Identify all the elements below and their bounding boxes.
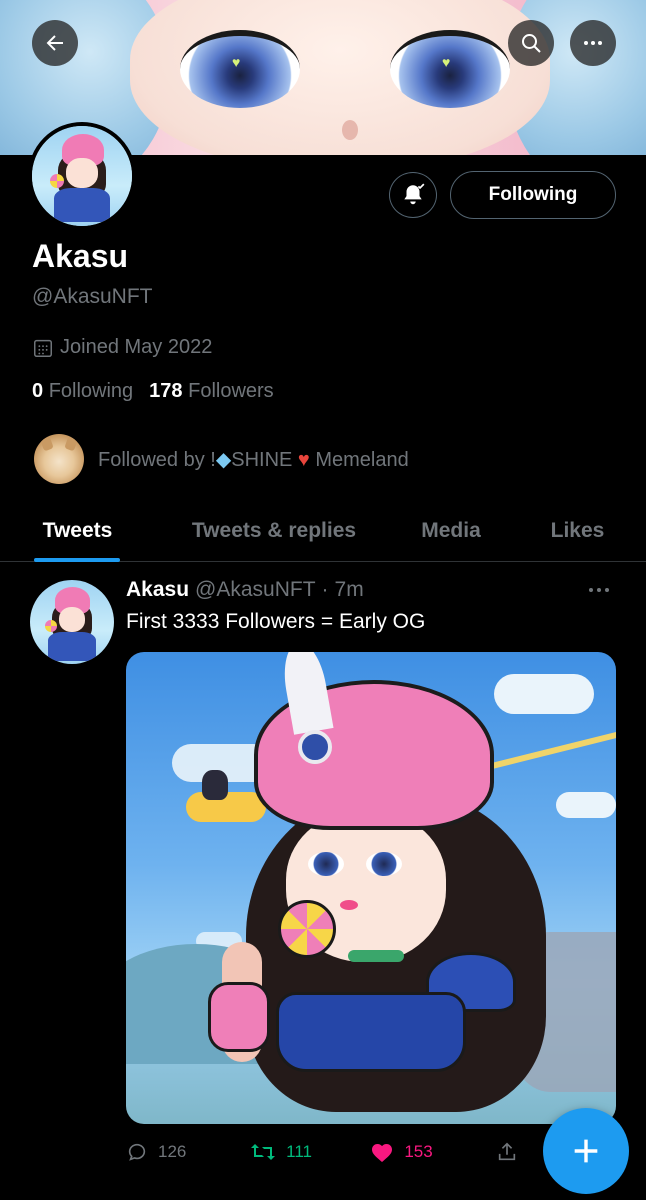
share-button[interactable] <box>496 1141 526 1163</box>
banner-art-eye-left: ♥ <box>180 30 300 108</box>
retweet-icon <box>251 1144 276 1160</box>
joined-text: Joined May 2022 <box>60 336 213 358</box>
following-label: Following <box>48 380 134 402</box>
following-stat[interactable]: 0 Following <box>32 380 133 403</box>
tweet-actions: 126 111 153 <box>126 1136 526 1168</box>
compose-button[interactable] <box>543 1108 629 1194</box>
retweet-count: 111 <box>286 1142 312 1161</box>
avatar-art <box>32 126 132 226</box>
search-icon <box>522 34 541 53</box>
reply-icon <box>128 1143 146 1161</box>
share-icon <box>499 1142 516 1161</box>
like-button[interactable]: 153 <box>370 1141 496 1163</box>
tweet-more-button[interactable] <box>588 578 610 601</box>
profile-name: Akasu <box>32 238 129 274</box>
search-button[interactable] <box>508 20 554 66</box>
reply-count: 126 <box>158 1142 187 1161</box>
followers-stat[interactable]: 178 Followers <box>149 380 274 403</box>
following-count: 0 <box>32 380 44 402</box>
notifications-button[interactable] <box>389 172 437 218</box>
profile-handle: @AkasuNFT <box>32 285 153 308</box>
banner-art-nose <box>342 120 358 140</box>
compose-plus-icon <box>574 1139 598 1163</box>
tweet-author-handle[interactable]: @AkasuNFT <box>195 578 316 602</box>
more-icon <box>589 588 609 592</box>
gem-icon: ◆ <box>215 448 232 471</box>
tab-tweets[interactable]: Tweets <box>0 500 155 562</box>
followers-count: 178 <box>149 380 183 402</box>
followed-by-text: Followed by !◆SHINE ♥ Memeland <box>98 448 409 471</box>
active-tab-indicator <box>34 558 120 562</box>
profile-avatar[interactable] <box>28 122 136 230</box>
tweet-time[interactable]: 7m <box>335 578 364 602</box>
tweet-text: First 3333 Followers = Early OG <box>126 610 426 633</box>
tweet-author-name[interactable]: Akasu <box>126 578 189 602</box>
like-icon <box>372 1144 393 1162</box>
joined-date: Joined May 2022 <box>32 336 212 359</box>
tab-tweets-replies[interactable]: Tweets & replies <box>155 500 393 561</box>
heart-icon: ♥ <box>297 448 310 471</box>
tab-media[interactable]: Media <box>393 500 509 561</box>
followers-label: Followers <box>188 380 274 402</box>
follow-stats: 0 Following 178 Followers <box>32 380 274 403</box>
tab-likes[interactable]: Likes <box>509 500 646 561</box>
following-button[interactable]: Following <box>450 171 616 219</box>
banner-art-eye-right: ♥ <box>390 30 510 108</box>
tweet-header: Akasu @AkasuNFT · 7m <box>126 578 364 602</box>
bell-check-icon <box>404 183 425 205</box>
like-count: 153 <box>404 1142 433 1161</box>
more-icon <box>584 41 602 45</box>
tweet-image[interactable] <box>126 652 616 1124</box>
reply-button[interactable]: 126 <box>126 1141 250 1163</box>
profile-tabs: Tweets Tweets & replies Media Likes <box>0 500 646 562</box>
tweet-avatar[interactable] <box>30 580 114 664</box>
retweet-button[interactable]: 111 <box>250 1141 370 1163</box>
back-button[interactable] <box>32 20 78 66</box>
followed-by[interactable]: Followed by !◆SHINE ♥ Memeland <box>34 434 409 484</box>
calendar-icon <box>34 339 52 357</box>
back-arrow-icon <box>46 35 63 51</box>
follower-avatar <box>34 434 84 484</box>
more-options-button[interactable] <box>570 20 616 66</box>
